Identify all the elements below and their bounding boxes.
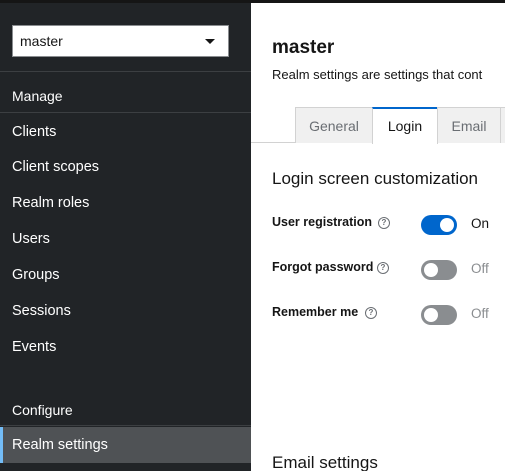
switch-state-label: On bbox=[471, 216, 490, 231]
question-circle-icon[interactable]: ? bbox=[378, 217, 390, 229]
setting-forgot-password: Forgot password ? Off bbox=[272, 258, 505, 282]
setting-user-registration: User registration ? On bbox=[272, 213, 505, 237]
tab-email[interactable]: Email bbox=[437, 107, 501, 143]
switch-knob bbox=[424, 263, 438, 277]
tab-login[interactable]: Login bbox=[372, 107, 438, 144]
switch-state-label: Off bbox=[471, 306, 489, 321]
setting-remember-me: Remember me ? Off bbox=[272, 303, 505, 327]
sidebar-divider bbox=[0, 71, 251, 72]
sidebar-item-clients[interactable]: Clients bbox=[0, 114, 251, 150]
main-content: master Realm settings are settings that … bbox=[251, 3, 505, 471]
user-registration-switch[interactable] bbox=[421, 215, 457, 235]
page-description: Realm settings are settings that cont bbox=[272, 67, 483, 82]
switch-knob bbox=[424, 308, 438, 322]
switch-state-label: Off bbox=[471, 261, 489, 276]
login-section-title: Login screen customization bbox=[272, 169, 479, 188]
sidebar-item-events[interactable]: Events bbox=[0, 329, 251, 365]
setting-label: Forgot password bbox=[272, 260, 374, 274]
sidebar-section-configure: Configure bbox=[12, 402, 73, 418]
page-title: master bbox=[272, 37, 335, 58]
realm-selector[interactable]: master bbox=[12, 25, 229, 57]
setting-label: User registration bbox=[272, 215, 373, 229]
sidebar-item-client-scopes[interactable]: Client scopes bbox=[0, 149, 251, 185]
sidebar: master Manage Clients Client scopes Real… bbox=[0, 3, 251, 471]
forgot-password-switch[interactable] bbox=[421, 260, 457, 280]
question-circle-icon[interactable]: ? bbox=[377, 262, 389, 274]
setting-label: Remember me bbox=[272, 305, 359, 319]
remember-me-switch[interactable] bbox=[421, 305, 457, 325]
sidebar-divider bbox=[0, 425, 251, 426]
question-circle-icon[interactable]: ? bbox=[365, 307, 377, 319]
switch-knob bbox=[440, 218, 454, 232]
caret-down-icon bbox=[205, 39, 215, 44]
sidebar-item-users[interactable]: Users bbox=[0, 221, 251, 257]
tab-bar: General Login Email bbox=[251, 107, 505, 144]
sidebar-item-groups[interactable]: Groups bbox=[0, 257, 251, 293]
realm-selector-value: master bbox=[20, 33, 63, 49]
sidebar-section-manage: Manage bbox=[12, 88, 63, 104]
tab-next-partial[interactable] bbox=[500, 107, 505, 143]
tab-general[interactable]: General bbox=[295, 107, 373, 143]
sidebar-divider bbox=[0, 112, 251, 113]
sidebar-item-sessions[interactable]: Sessions bbox=[0, 293, 251, 329]
sidebar-item-realm-roles[interactable]: Realm roles bbox=[0, 185, 251, 221]
email-section-title: Email settings bbox=[272, 453, 378, 471]
sidebar-item-realm-settings[interactable]: Realm settings bbox=[0, 427, 251, 463]
